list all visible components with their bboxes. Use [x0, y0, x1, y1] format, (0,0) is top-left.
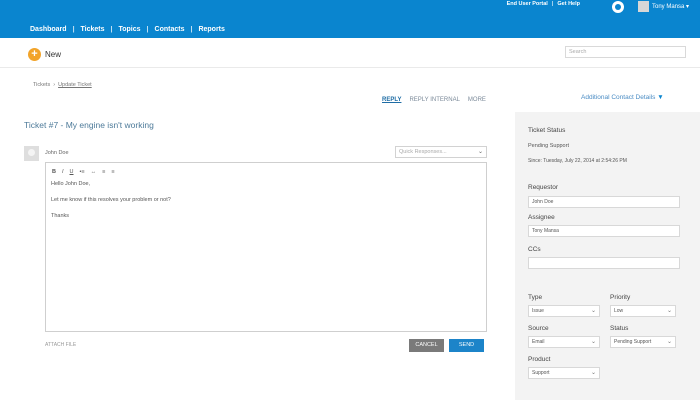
chevron-down-icon: ⌄ [590, 370, 596, 376]
search-input[interactable]: Search [565, 46, 686, 58]
plus-icon: + [28, 48, 41, 61]
link-button[interactable]: ↔ [91, 169, 97, 175]
ccs-field[interactable] [528, 257, 680, 269]
type-label: Type [528, 294, 543, 301]
assignee-label: Assignee [528, 214, 555, 221]
divider [0, 67, 700, 68]
ticket-status-value: Pending Support [528, 143, 569, 149]
reply-actions: REPLY REPLY INTERNAL MORE [382, 97, 486, 103]
top-links: End User Portal | Get Help [506, 1, 580, 7]
reply-tab[interactable]: REPLY [382, 97, 401, 103]
get-help-link[interactable]: Get Help [557, 1, 580, 7]
type-select[interactable]: Issue ⌄ [528, 305, 600, 317]
reply-internal-tab[interactable]: REPLY INTERNAL [409, 97, 459, 103]
requestor-field[interactable]: John Doe [528, 196, 680, 208]
user-name[interactable]: Tony Mansa ▾ [652, 3, 689, 10]
breadcrumb-separator-icon: › [53, 82, 56, 88]
bold-button[interactable]: B [52, 169, 56, 175]
nav-dashboard[interactable]: Dashboard [24, 26, 73, 33]
end-user-portal-link[interactable]: End User Portal [507, 1, 548, 7]
status-select-label: Status [610, 325, 629, 332]
message-line: Let me know if this resolves your proble… [51, 197, 171, 203]
priority-select[interactable]: Low ⌄ [610, 305, 676, 317]
nav-tickets[interactable]: Tickets [75, 26, 111, 33]
breadcrumb: Tickets › Update Ticket [33, 82, 92, 88]
italic-button[interactable]: I [62, 169, 64, 175]
source-label: Source [528, 325, 549, 332]
product-select[interactable]: Support ⌄ [528, 367, 600, 379]
chevron-down-icon: ⌄ [477, 149, 483, 155]
bullet-list-button[interactable]: •≡ [80, 169, 85, 175]
product-label: Product [528, 356, 551, 363]
message-line: Thanks [51, 213, 70, 219]
message-line: Hello John Doe, [51, 181, 91, 187]
assignee-field[interactable]: Tony Mansa [528, 225, 680, 237]
top-header: End User Portal | Get Help Tony Mansa ▾ … [0, 0, 700, 38]
caret-down-icon: ▼ [657, 94, 664, 101]
nav-contacts[interactable]: Contacts [149, 26, 191, 33]
new-button[interactable]: + New [28, 48, 61, 61]
ticket-title: Ticket #7 - My engine isn't working [24, 120, 154, 130]
requester-name: John Doe [45, 150, 69, 156]
more-tab[interactable]: MORE [468, 97, 486, 103]
gear-icon[interactable] [612, 1, 624, 13]
requester-avatar [24, 146, 39, 161]
source-select[interactable]: Email ⌄ [528, 336, 600, 348]
nav-topics[interactable]: Topics [113, 26, 147, 33]
chevron-down-icon: ⌄ [590, 339, 596, 345]
user-avatar[interactable] [638, 1, 649, 12]
breadcrumb-update-ticket[interactable]: Update Ticket [58, 82, 92, 88]
breadcrumb-tickets[interactable]: Tickets [33, 82, 50, 88]
editor-toolbar: B I U •≡ ↔ ≡ ≡ [52, 169, 115, 175]
align-button[interactable]: ≡ [111, 169, 114, 175]
ticket-status-label: Ticket Status [528, 127, 566, 134]
requestor-label: Requestor [528, 184, 558, 191]
reply-editor[interactable]: B I U •≡ ↔ ≡ ≡ Hello John Doe, Let me kn… [45, 162, 487, 332]
cancel-button[interactable]: CANCEL [409, 339, 444, 352]
chevron-down-icon: ⌄ [666, 308, 672, 314]
attach-file-link[interactable]: ATTACH FILE [45, 342, 76, 348]
status-since: Since: Tuesday, July 22, 2014 at 2:54:26… [528, 158, 627, 164]
underline-button[interactable]: U [70, 169, 74, 175]
chevron-down-icon: ⌄ [666, 339, 672, 345]
main-nav: Dashboard | Tickets | Topics | Contacts | Re… [24, 26, 231, 33]
new-label: New [45, 50, 62, 59]
additional-contact-details-toggle[interactable]: Additional Contact Details ▼ [581, 94, 664, 101]
nav-reports[interactable]: Reports [192, 26, 230, 33]
priority-label: Priority [610, 294, 631, 301]
chevron-down-icon: ⌄ [590, 308, 596, 314]
ticket-sidebar: Ticket Status Pending Support Since: Tue… [515, 112, 700, 400]
status-select[interactable]: Pending Support ⌄ [610, 336, 676, 348]
numbered-list-button[interactable]: ≡ [102, 169, 105, 175]
ccs-label: CCs [528, 246, 541, 253]
send-button[interactable]: SEND [449, 339, 484, 352]
quick-responses-select[interactable]: Quick Responses... ⌄ [395, 146, 487, 158]
